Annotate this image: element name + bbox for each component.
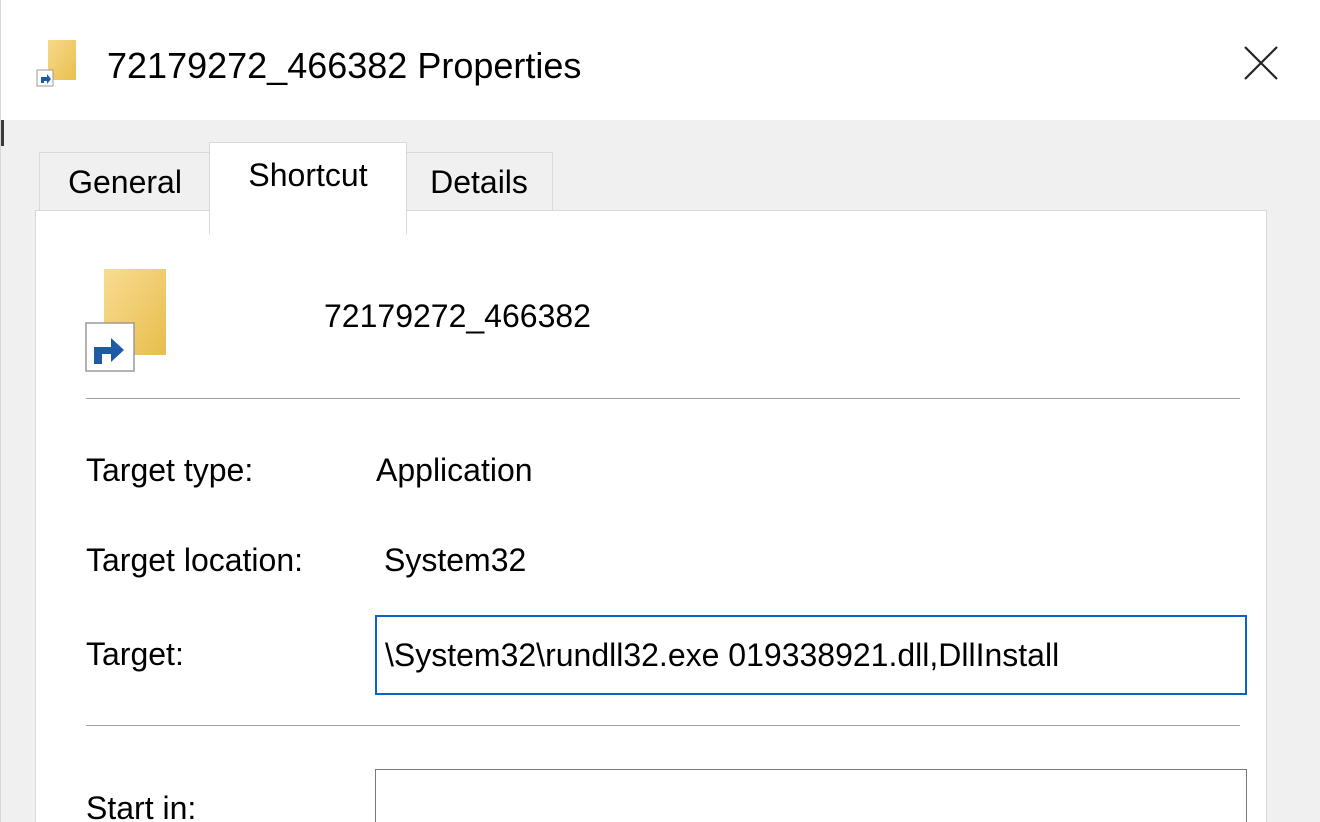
- target-type-value: Application: [376, 452, 533, 488]
- close-icon: [1244, 46, 1278, 80]
- separator: [86, 725, 1240, 726]
- tab-label: Details: [430, 164, 528, 200]
- target-type-label: Target type:: [86, 452, 254, 488]
- tab-strip: General Details Shortcut: [1, 120, 1320, 234]
- title-bar: 72179272_466382 Properties: [1, 0, 1320, 120]
- properties-dialog: 72179272_466382 Properties General Detai…: [0, 0, 1320, 822]
- window-title: 72179272_466382 Properties: [107, 45, 582, 86]
- tab-label: Shortcut: [248, 157, 368, 193]
- target-input[interactable]: \System32\rundll32.exe 019338921.dll,Dll…: [375, 615, 1247, 695]
- target-location-label: Target location:: [86, 542, 304, 578]
- close-button[interactable]: [1221, 28, 1301, 98]
- tab-details[interactable]: Details: [405, 152, 553, 212]
- start-in-input[interactable]: [375, 769, 1247, 822]
- tab-shortcut[interactable]: Shortcut: [209, 142, 407, 234]
- shortcut-panel: 72179272_466382 Target type: Application…: [35, 210, 1267, 822]
- tab-label: General: [68, 164, 182, 200]
- folder-shortcut-icon: [84, 267, 194, 387]
- separator: [86, 398, 1240, 399]
- folder-shortcut-icon: [35, 36, 85, 92]
- shortcut-name: 72179272_466382: [324, 298, 591, 334]
- target-label: Target:: [86, 636, 184, 672]
- start-in-label: Start in:: [86, 790, 197, 822]
- target-location-value: System32: [384, 542, 527, 578]
- tab-general[interactable]: General: [39, 152, 211, 212]
